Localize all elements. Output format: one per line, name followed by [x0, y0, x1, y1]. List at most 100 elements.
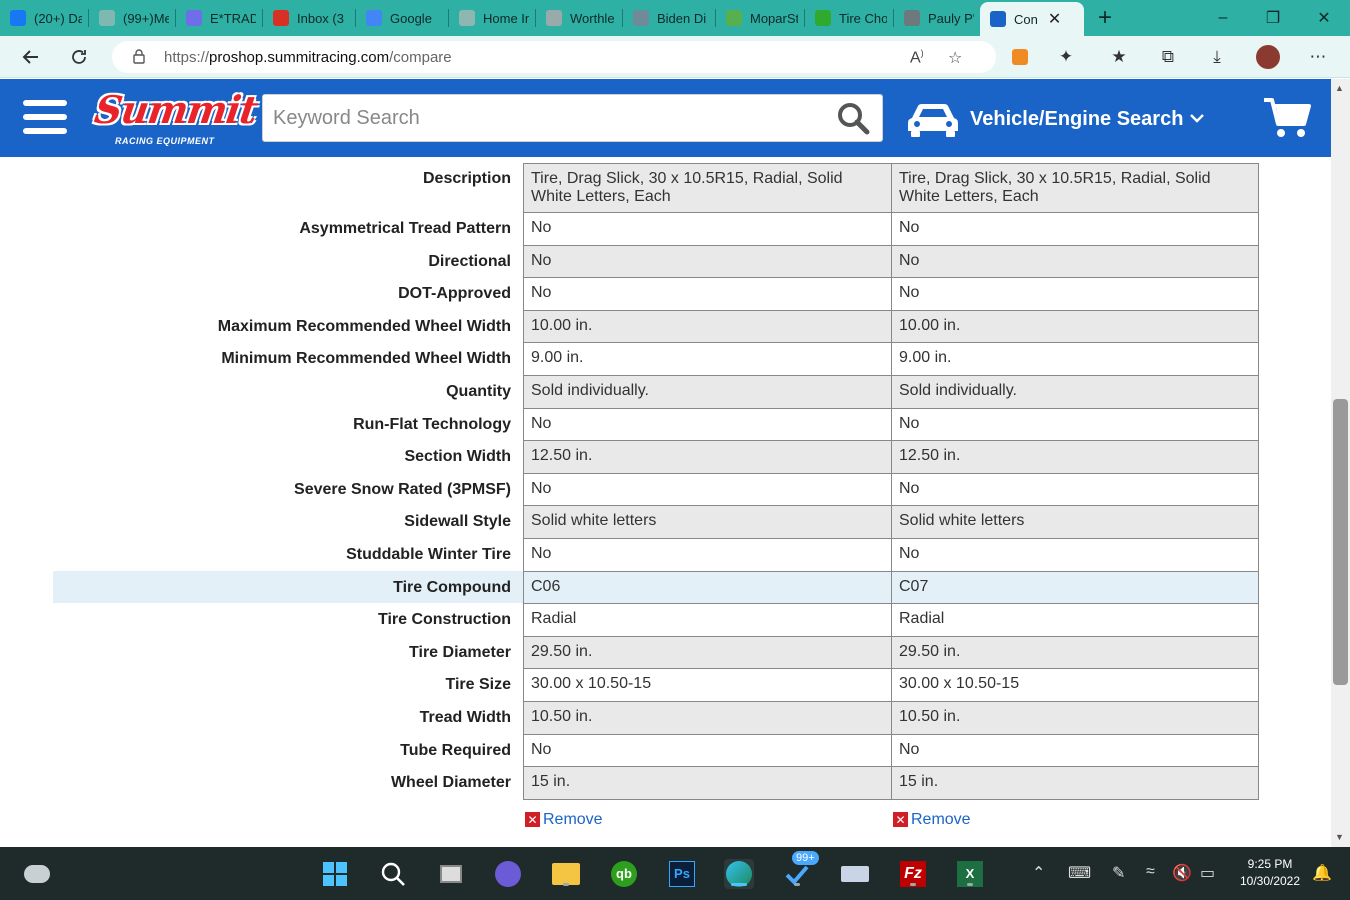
start-icon[interactable] — [320, 859, 350, 889]
spec-cell-1: No — [523, 733, 892, 768]
new-tab-button[interactable]: + — [1088, 1, 1122, 35]
file-explorer-icon[interactable] — [551, 859, 581, 889]
cart-icon[interactable] — [1262, 96, 1312, 140]
close-window-button[interactable]: ✕ — [1299, 0, 1349, 36]
extensions-icon[interactable]: ✦ — [1053, 46, 1079, 68]
spec-cell-2: Solid white letters — [891, 505, 1259, 539]
browser-tab-10[interactable]: Tire Cho — [805, 0, 893, 36]
keyword-search-input[interactable] — [263, 95, 823, 141]
spec-cell-1: No — [523, 472, 892, 507]
close-tab-icon[interactable]: ✕ — [1048, 9, 1061, 29]
spec-value: No — [531, 284, 552, 302]
spec-cell-2: Tire, Drag Slick, 30 x 10.5R15, Radial, … — [891, 163, 1259, 213]
scroll-up-icon[interactable]: ▲ — [1335, 83, 1344, 93]
touch-keyboard-icon[interactable]: ⌨ — [1068, 863, 1091, 883]
spec-label: Tire Size — [445, 676, 511, 694]
profile-avatar[interactable] — [1255, 45, 1281, 69]
browser-tab-11[interactable]: Pauly P's — [894, 0, 980, 36]
browser-tab-12[interactable]: Con ✕ — [980, 2, 1084, 36]
compare-row: Quantity Sold individually. Sold individua… — [53, 375, 1259, 409]
notifications-icon[interactable]: 🔔 — [1312, 863, 1332, 883]
messaging-app-icon[interactable]: 99+ — [782, 851, 819, 889]
back-arrow-icon — [22, 50, 38, 64]
spec-cell-2: No — [891, 212, 1259, 246]
menu-icon[interactable] — [23, 100, 67, 134]
news-icon — [633, 10, 649, 26]
browser-tab-4[interactable]: Inbox (3 — [263, 0, 355, 36]
task-view-icon[interactable] — [436, 859, 466, 889]
spec-value: No — [899, 740, 920, 758]
tab-title: Worthle — [570, 10, 615, 26]
spec-cell-1: Tire, Drag Slick, 30 x 10.5R15, Radial, … — [523, 163, 892, 213]
teams-chat-icon[interactable] — [493, 859, 523, 889]
show-hidden-icons-chevron-icon[interactable]: ⌃ — [1032, 863, 1045, 883]
extension-badge-icon[interactable] — [1007, 46, 1033, 68]
favorites-icon[interactable]: ★ — [1106, 46, 1132, 68]
compare-row: Wheel Diameter 15 in. 15 in. — [53, 766, 1259, 800]
spec-label: Tire Diameter — [409, 643, 511, 661]
spec-cell-1: No — [523, 538, 892, 572]
read-aloud-icon[interactable]: A) — [910, 48, 924, 67]
spec-value: 15 in. — [531, 773, 571, 791]
collections-icon[interactable]: ⧉ — [1155, 46, 1181, 68]
scroll-thumb[interactable] — [1333, 399, 1348, 685]
browser-tab-3[interactable]: E*TRADE — [176, 0, 262, 36]
remove-product-1-link[interactable]: ✕ Remove — [525, 811, 603, 829]
browser-tab-6[interactable]: Home In — [449, 0, 535, 36]
remove-x-icon: ✕ — [893, 812, 908, 828]
photoshop-icon[interactable]: Ps — [667, 859, 697, 889]
spec-cell-1: No — [523, 407, 892, 442]
summit-icon — [990, 11, 1006, 27]
spec-label: Tube Required — [400, 741, 511, 759]
browser-tab-1[interactable]: (20+) Da — [0, 0, 88, 36]
back-button[interactable] — [14, 40, 48, 74]
browser-tab-8[interactable]: Biden Di — [623, 0, 715, 36]
spec-value: No — [531, 414, 552, 432]
spec-value: C07 — [899, 577, 929, 595]
browser-tab-2[interactable]: (99+)Me — [89, 0, 175, 36]
spec-value: Radial — [899, 610, 945, 628]
more-menu-icon[interactable]: ⋯ — [1305, 46, 1331, 68]
vehicle-engine-search-button[interactable]: Vehicle/Engine Search — [906, 99, 1205, 139]
edge-icon[interactable] — [724, 859, 754, 889]
search-taskbar-icon[interactable] — [378, 859, 408, 889]
quickbooks-icon[interactable]: qb — [609, 859, 639, 889]
url-field[interactable]: https://proshop.summitracing.com/compare… — [112, 41, 996, 73]
excel-icon[interactable]: X — [955, 859, 985, 889]
remove-product-2-link[interactable]: ✕ Remove — [893, 811, 971, 829]
system-clock[interactable]: 9:25 PM 10/30/2022 — [1232, 856, 1308, 890]
weather-icon[interactable] — [22, 859, 52, 889]
spec-value: Tire, Drag Slick, 30 x 10.5R15, Radial, … — [899, 170, 1211, 205]
browser-tab-9[interactable]: MoparSt — [716, 0, 804, 36]
tab-title: (99+)Me — [123, 10, 169, 26]
filezilla-icon[interactable]: Fz — [898, 859, 928, 889]
spec-value: No — [899, 545, 920, 562]
tab-title: MoparSt — [750, 10, 798, 26]
browser-tab-5[interactable]: Google — [356, 0, 448, 36]
spec-cell-2: No — [891, 407, 1259, 442]
compare-row: Studdable Winter Tire No No — [53, 538, 1259, 572]
spec-cell-2: 10.50 in. — [891, 701, 1259, 735]
browser-tab-7[interactable]: Worthle — [536, 0, 622, 36]
volume-muted-icon[interactable]: 🔇 — [1172, 863, 1192, 883]
favorite-star-icon[interactable]: ☆ — [948, 48, 962, 68]
maximize-button[interactable]: ❐ — [1248, 0, 1298, 36]
spec-cell-2: No — [891, 733, 1259, 768]
wifi-icon[interactable]: ≈ — [1146, 863, 1155, 881]
search-icon[interactable] — [836, 101, 872, 137]
scroll-down-icon[interactable]: ▼ — [1335, 832, 1344, 842]
minimize-button[interactable]: – — [1198, 0, 1248, 36]
summit-logo[interactable]: Summit RACING EQUIPMENT — [92, 87, 260, 151]
page-scrollbar[interactable]: ▲ ▼ — [1331, 79, 1350, 847]
refresh-button[interactable] — [62, 40, 96, 74]
keyboard-app-icon[interactable] — [840, 859, 870, 889]
pen-menu-icon[interactable]: ✎ — [1112, 863, 1125, 883]
spec-value: 12.50 in. — [531, 447, 593, 465]
spec-cell-1: 30.00 x 10.50-15 — [523, 668, 892, 702]
downloads-icon[interactable]: ⤓ — [1204, 46, 1230, 68]
tab-title: E*TRADE — [210, 10, 256, 26]
battery-icon[interactable]: ▭ — [1200, 863, 1215, 883]
compare-row: Tire Diameter 29.50 in. 29.50 in. — [53, 635, 1259, 670]
tab-title: Con — [1014, 11, 1038, 27]
spec-label: Tire Compound — [393, 578, 511, 596]
